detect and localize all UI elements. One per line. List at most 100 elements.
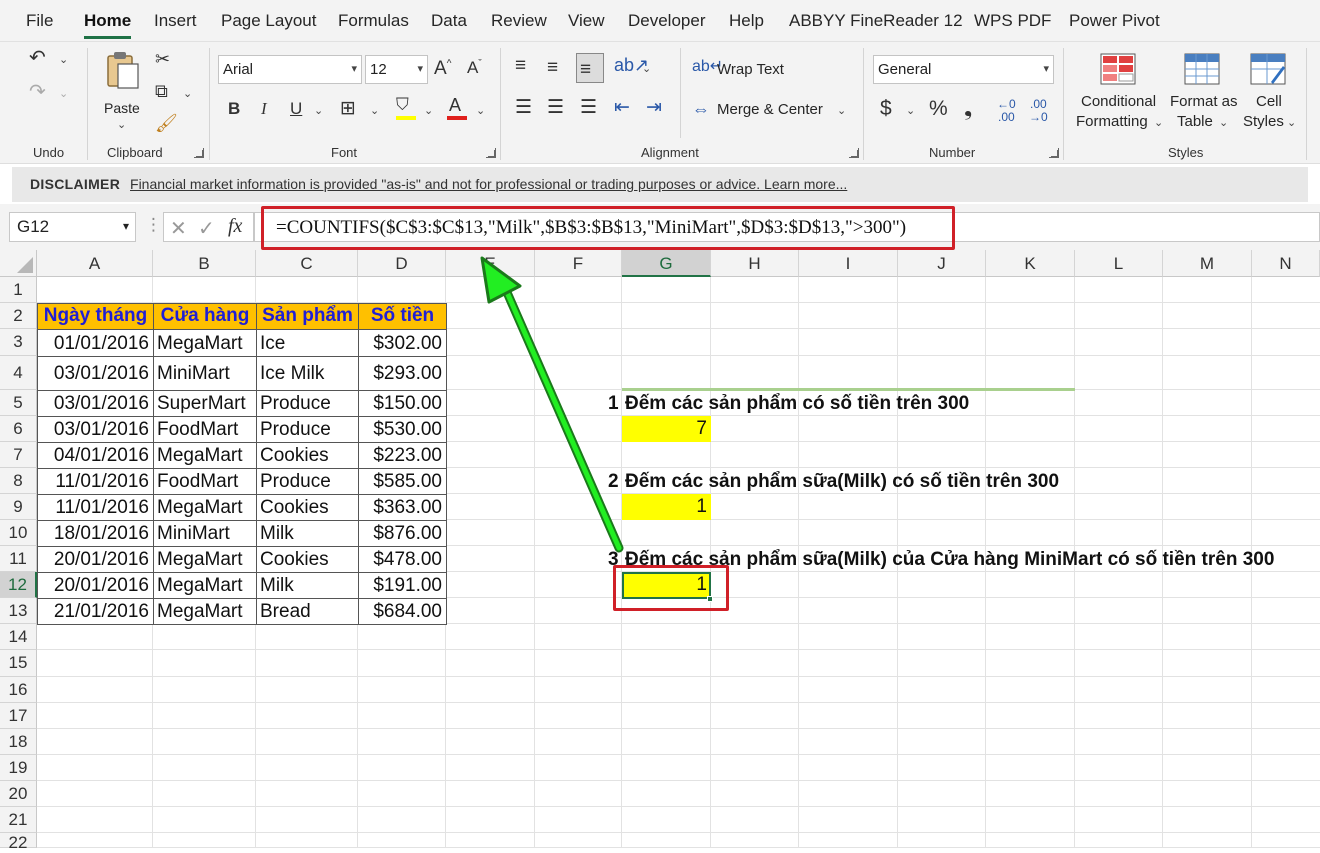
store-cell[interactable]: MegaMart [153, 598, 257, 625]
row-header-20[interactable]: 20 [0, 781, 37, 807]
product-cell[interactable]: Milk [256, 520, 359, 547]
product-cell[interactable]: Ice [256, 329, 359, 357]
select-all-button[interactable] [0, 250, 37, 277]
product-cell[interactable]: Produce [256, 468, 359, 495]
amount-cell[interactable]: $585.00 [358, 468, 447, 495]
column-header-k[interactable]: K [986, 250, 1075, 277]
store-cell[interactable]: FoodMart [153, 416, 257, 443]
italic-button[interactable]: I [261, 100, 267, 117]
align-left-icon[interactable]: ☰ [515, 98, 532, 117]
header-amount[interactable]: Số tiền [358, 303, 447, 330]
column-header-h[interactable]: H [711, 250, 799, 277]
column-header-l[interactable]: L [1075, 250, 1163, 277]
borders-dropdown-icon[interactable]: ⌄ [370, 104, 379, 117]
store-cell[interactable]: MegaMart [153, 442, 257, 469]
undo-dropdown-icon[interactable]: ⌄ [59, 53, 68, 66]
column-header-a[interactable]: A [37, 250, 153, 277]
amount-cell[interactable]: $876.00 [358, 520, 447, 547]
column-header-m[interactable]: M [1163, 250, 1252, 277]
cut-icon[interactable]: ✂ [155, 50, 170, 68]
store-cell[interactable]: MegaMart [153, 329, 257, 357]
number-format-combo[interactable]: General ▾ [873, 55, 1054, 84]
font-launcher-icon[interactable] [486, 148, 496, 158]
store-cell[interactable]: MegaMart [153, 572, 257, 599]
enter-icon[interactable]: ✓ [198, 216, 215, 241]
format-as-table-button[interactable]: Format as Table ⌄ [1165, 50, 1241, 134]
font-color-dropdown-icon[interactable]: ⌄ [476, 104, 485, 117]
orientation-dropdown-icon[interactable]: ⌄ [642, 62, 651, 75]
row-header-3[interactable]: 3 [0, 329, 37, 356]
number-launcher-icon[interactable] [1049, 148, 1059, 158]
row-header-1[interactable]: 1 [0, 277, 37, 303]
align-right-icon[interactable]: ☰ [580, 98, 597, 117]
column-header-c[interactable]: C [256, 250, 358, 277]
date-cell[interactable]: 21/01/2016 [37, 598, 154, 625]
paste-button[interactable]: Paste ⌄ [100, 48, 144, 131]
store-cell[interactable]: MiniMart [153, 520, 257, 547]
amount-cell[interactable]: $293.00 [358, 356, 447, 391]
clipboard-launcher-icon[interactable] [194, 148, 204, 158]
currency-button[interactable]: $ [880, 98, 892, 119]
currency-dropdown-icon[interactable]: ⌄ [906, 104, 915, 117]
tab-abbyy[interactable]: ABBYY FineReader 12 [789, 11, 963, 31]
column-header-d[interactable]: D [358, 250, 446, 277]
bold-button[interactable]: B [228, 100, 240, 117]
date-cell[interactable]: 20/01/2016 [37, 546, 154, 573]
cell-styles-button[interactable]: Cell Styles ⌄ [1241, 50, 1301, 134]
store-cell[interactable]: MiniMart [153, 356, 257, 391]
product-cell[interactable]: Cookies [256, 546, 359, 573]
store-cell[interactable]: MegaMart [153, 494, 257, 521]
chevron-down-icon[interactable]: ▾ [123, 219, 129, 233]
product-cell[interactable]: Ice Milk [256, 356, 359, 391]
product-cell[interactable]: Cookies [256, 494, 359, 521]
align-top-icon[interactable]: ≡ [515, 56, 526, 75]
decrease-font-icon[interactable]: Aˇ [467, 59, 482, 76]
increase-decimal-icon[interactable]: ←0.00 [997, 97, 1016, 124]
tab-view[interactable]: View [568, 11, 605, 31]
date-cell[interactable]: 11/01/2016 [37, 494, 154, 521]
date-cell[interactable]: 20/01/2016 [37, 572, 154, 599]
align-middle-icon[interactable]: ≡ [547, 58, 558, 77]
row-header-15[interactable]: 15 [0, 650, 37, 677]
row-header-11[interactable]: 11 [0, 546, 37, 572]
product-cell[interactable]: Produce [256, 416, 359, 443]
tab-formulas[interactable]: Formulas [338, 11, 409, 31]
amount-cell[interactable]: $530.00 [358, 416, 447, 443]
row-header-17[interactable]: 17 [0, 703, 37, 729]
tab-review[interactable]: Review [491, 11, 547, 31]
undo-icon[interactable]: ↶ [29, 48, 46, 68]
amount-cell[interactable]: $191.00 [358, 572, 447, 599]
tab-help[interactable]: Help [729, 11, 764, 31]
row-header-6[interactable]: 6 [0, 416, 37, 442]
product-cell[interactable]: Milk [256, 572, 359, 599]
row-header-8[interactable]: 8 [0, 468, 37, 494]
store-cell[interactable]: FoodMart [153, 468, 257, 495]
cancel-icon[interactable]: ✕ [170, 216, 187, 241]
row-header-21[interactable]: 21 [0, 807, 37, 833]
tab-file[interactable]: File [26, 11, 53, 31]
tab-page-layout[interactable]: Page Layout [221, 11, 316, 31]
row-header-2[interactable]: 2 [0, 303, 37, 329]
date-cell[interactable]: 03/01/2016 [37, 416, 154, 443]
tab-home[interactable]: Home [84, 11, 131, 31]
date-cell[interactable]: 03/01/2016 [37, 390, 154, 417]
percent-button[interactable]: % [929, 98, 948, 119]
amount-cell[interactable]: $223.00 [358, 442, 447, 469]
font-size-combo[interactable]: 12 ▾ [365, 55, 428, 84]
underline-dropdown-icon[interactable]: ⌄ [314, 104, 323, 117]
copy-dropdown-icon[interactable]: ⌄ [183, 87, 192, 100]
row-header-4[interactable]: 4 [0, 356, 37, 390]
merge-center-button[interactable]: Merge & Center [717, 101, 823, 118]
column-header-i[interactable]: I [799, 250, 898, 277]
row-header-16[interactable]: 16 [0, 677, 37, 703]
fill-color-icon[interactable]: ⛉ [396, 96, 409, 113]
date-cell[interactable]: 18/01/2016 [37, 520, 154, 547]
row-header-14[interactable]: 14 [0, 624, 37, 650]
row-header-5[interactable]: 5 [0, 390, 37, 416]
increase-font-icon[interactable]: A^ [434, 59, 451, 78]
amount-cell[interactable]: $302.00 [358, 329, 447, 357]
align-center-icon[interactable]: ☰ [547, 98, 564, 117]
row-header-13[interactable]: 13 [0, 598, 37, 624]
alignment-launcher-icon[interactable] [849, 148, 859, 158]
date-cell[interactable]: 01/01/2016 [37, 329, 154, 357]
